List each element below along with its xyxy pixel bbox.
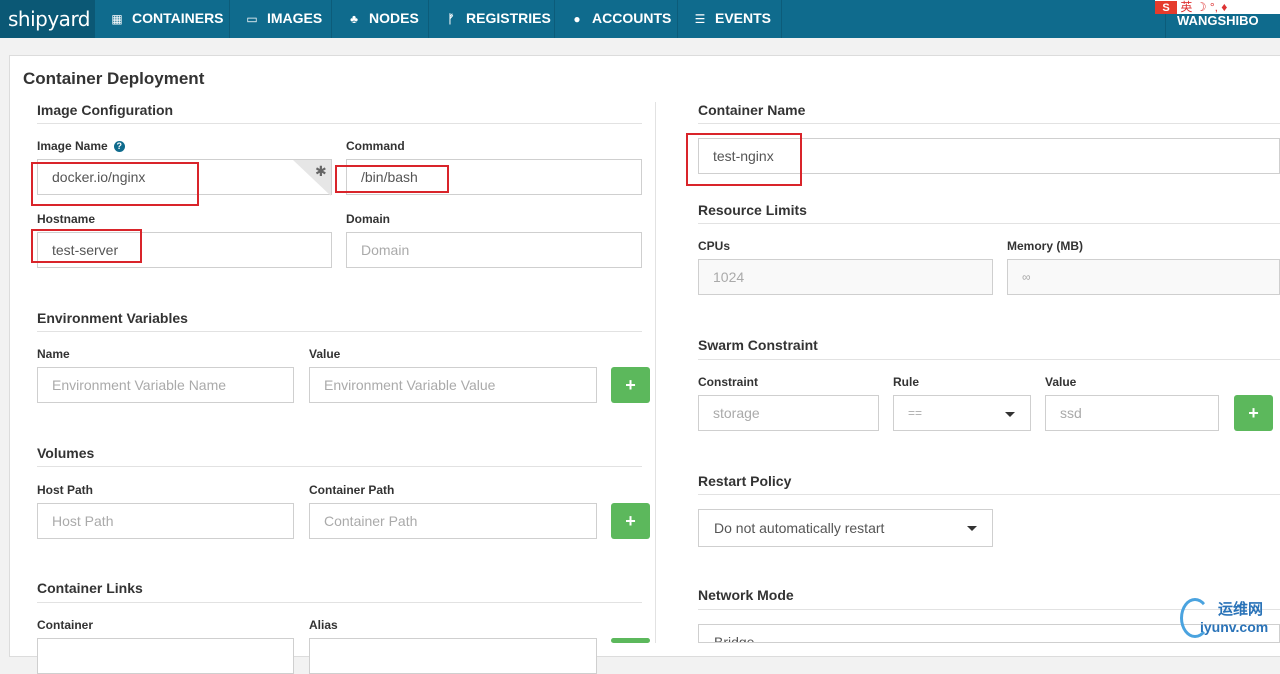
page-title: Container Deployment: [23, 69, 205, 88]
add-env-button[interactable]: +: [611, 367, 650, 403]
add-link-button[interactable]: [611, 638, 650, 643]
list-icon: ☰: [694, 12, 706, 26]
nav-images[interactable]: ▭ IMAGES: [230, 0, 332, 38]
memory-input[interactable]: ∞: [1007, 259, 1280, 295]
nav-accounts[interactable]: ● ACCOUNTS: [555, 0, 678, 38]
env-heading: Environment Variables: [37, 310, 188, 326]
divider: [698, 359, 1280, 360]
resource-limits-heading: Resource Limits: [698, 202, 807, 218]
divider: [37, 123, 642, 124]
grid-icon: ▦: [111, 12, 123, 26]
divider: [37, 331, 642, 332]
cpus-input[interactable]: 1024: [698, 259, 993, 295]
link-container-label: Container: [37, 618, 94, 632]
highlight-box: [335, 165, 449, 193]
env-name-input[interactable]: Environment Variable Name: [37, 367, 294, 403]
divider: [698, 223, 1280, 224]
swarm-value-input[interactable]: ssd: [1045, 395, 1219, 431]
container-name-heading: Container Name: [698, 102, 806, 118]
domain-input[interactable]: Domain: [346, 232, 642, 268]
brand-logo[interactable]: shipyard: [0, 0, 95, 38]
add-constraint-button[interactable]: +: [1234, 395, 1273, 431]
links-heading: Container Links: [37, 580, 143, 596]
nav-events[interactable]: ☰ EVENTS: [678, 0, 782, 38]
memory-label: Memory (MB): [1007, 239, 1084, 253]
highlight-box: [31, 162, 199, 206]
divider: [37, 602, 642, 603]
command-label: Command: [346, 139, 405, 153]
rule-label: Rule: [893, 375, 920, 389]
swarm-heading: Swarm Constraint: [698, 337, 818, 353]
env-name-label: Name: [37, 347, 70, 361]
branch-icon: ᚠ: [447, 12, 455, 26]
ime-logo-icon: S: [1155, 1, 1177, 14]
divider: [698, 494, 1280, 495]
ime-punct-icon: °,: [1209, 0, 1218, 14]
top-navbar: shipyard ▦ CONTAINERS ▭ IMAGES ♣ NODES ᚠ REG…: [0, 0, 1280, 38]
link-alias-label: Alias: [309, 618, 338, 632]
highlight-box: [686, 133, 802, 186]
add-volume-button[interactable]: +: [611, 503, 650, 539]
divider: [698, 123, 1280, 124]
divider: [37, 466, 642, 467]
ime-toolbar[interactable]: S 英 ☽ °, ♦: [1155, 0, 1280, 14]
env-value-input[interactable]: Environment Variable Value: [309, 367, 597, 403]
env-value-label: Value: [309, 347, 341, 361]
ime-mic-icon: ♦: [1221, 0, 1228, 14]
cpus-label: CPUs: [698, 239, 731, 253]
sitemap-icon: ♣: [350, 12, 358, 26]
hdd-icon: ▭: [246, 12, 258, 26]
host-path-label: Host Path: [37, 483, 94, 497]
chevron-down-icon: [967, 526, 977, 531]
host-path-input[interactable]: Host Path: [37, 503, 294, 539]
nav-nodes[interactable]: ♣ NODES: [332, 0, 429, 38]
volumes-heading: Volumes: [37, 445, 95, 461]
link-alias-input[interactable]: [309, 638, 597, 674]
network-mode-heading: Network Mode: [698, 587, 794, 603]
ime-moon-icon: ☽: [1195, 0, 1207, 14]
username: WANGSHIBO: [1177, 13, 1259, 28]
domain-label: Domain: [346, 212, 391, 226]
highlight-box: [31, 229, 142, 263]
user-icon: ●: [573, 12, 581, 26]
constraint-input[interactable]: storage: [698, 395, 879, 431]
swarm-value-label: Value: [1045, 375, 1077, 389]
help-icon[interactable]: ?: [113, 141, 125, 152]
nav-registries[interactable]: ᚠ REGISTRIES: [429, 0, 555, 38]
required-asterisk-icon: ✱: [315, 163, 327, 179]
chevron-down-icon: [1005, 412, 1015, 417]
nav-containers[interactable]: ▦ CONTAINERS: [95, 0, 230, 38]
hostname-label: Hostname: [37, 212, 96, 226]
constraint-label: Constraint: [698, 375, 758, 389]
column-divider: [655, 102, 656, 643]
image-name-label: Image Name?: [37, 139, 125, 153]
image-config-heading: Image Configuration: [37, 102, 174, 118]
link-container-input[interactable]: [37, 638, 294, 674]
container-path-label: Container Path: [309, 483, 395, 497]
restart-policy-heading: Restart Policy: [698, 473, 792, 489]
container-path-input[interactable]: Container Path: [309, 503, 597, 539]
restart-policy-select[interactable]: Do not automatically restart: [698, 509, 993, 547]
site-watermark: 运维网 iyunv.com: [1178, 596, 1280, 643]
ime-language: 英: [1180, 0, 1193, 14]
